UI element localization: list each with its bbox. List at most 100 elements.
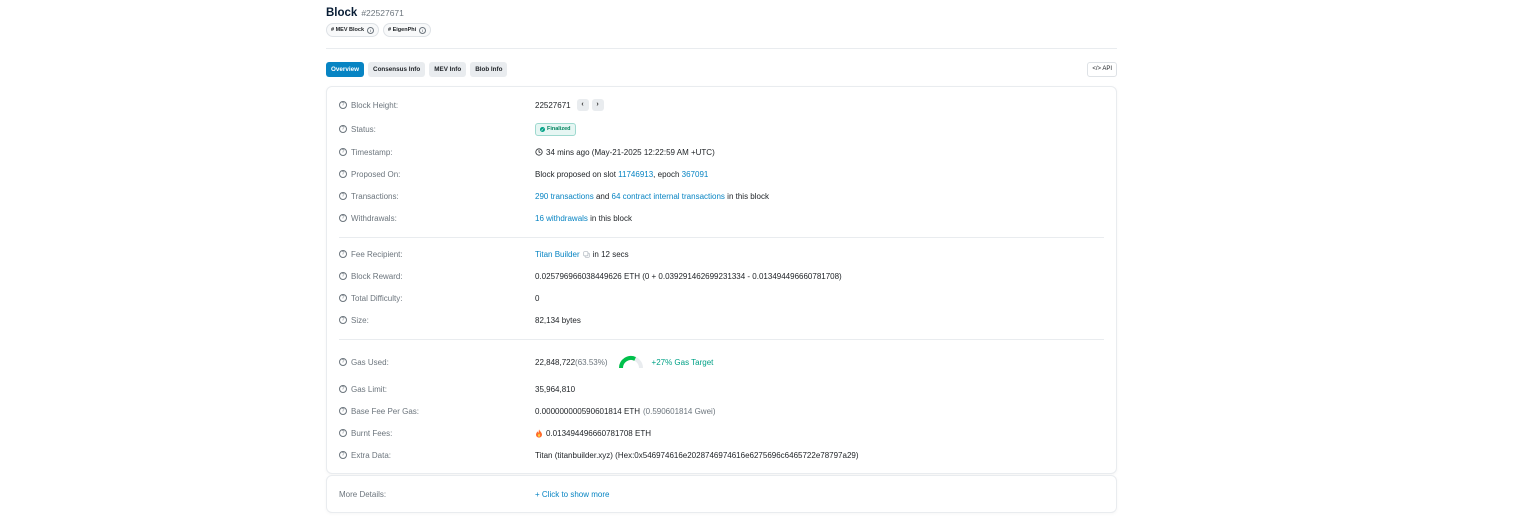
internal-transactions-link[interactable]: 64 contract internal transactions bbox=[612, 192, 725, 201]
help-icon[interactable]: ? bbox=[339, 358, 347, 366]
api-button[interactable]: </> API bbox=[1087, 62, 1117, 77]
gas-gauge-icon bbox=[618, 356, 643, 369]
total-difficulty-label: Total Difficulty: bbox=[351, 293, 403, 303]
block-reward-value: 0.025796966038449626 ETH (0 + 0.03929146… bbox=[535, 271, 842, 281]
fee-recipient-link[interactable]: Titan Builder bbox=[535, 250, 580, 259]
divider bbox=[339, 339, 1104, 340]
divider bbox=[339, 237, 1104, 238]
withdrawals-row: ? Withdrawals: 16 withdrawals in this blo… bbox=[339, 211, 1104, 225]
block-number: #22527671 bbox=[361, 8, 404, 18]
mev-block-badge[interactable]: # MEV Block i bbox=[326, 23, 380, 37]
transactions-row: ? Transactions: 290 transactions and 64 c… bbox=[339, 189, 1104, 203]
withdrawals-label: Withdrawals: bbox=[351, 213, 397, 223]
block-reward-row: ? Block Reward: 0.025796966038449626 ETH … bbox=[339, 269, 1104, 283]
page-title: Block bbox=[326, 7, 358, 19]
block-height-label: Block Height: bbox=[351, 100, 399, 110]
size-value: 82,134 bytes bbox=[535, 315, 581, 325]
base-fee-value: 0.000000000590601814 ETH bbox=[535, 406, 640, 416]
help-icon[interactable]: ? bbox=[339, 125, 347, 133]
block-reward-label: Block Reward: bbox=[351, 271, 403, 281]
block-height-row: ? Block Height: 22527671 ‹ › bbox=[339, 98, 1104, 112]
burnt-fees-row: ? Burnt Fees: 0.013494496660781708 ETH bbox=[339, 426, 1104, 440]
more-details-label: More Details: bbox=[339, 489, 387, 499]
extra-data-label: Extra Data: bbox=[351, 450, 392, 460]
status-badge: ✓ Finalized bbox=[535, 122, 576, 136]
status-label: Status: bbox=[351, 124, 376, 134]
gas-target-value: +27% Gas Target bbox=[651, 357, 714, 367]
prev-block-button[interactable]: ‹ bbox=[576, 99, 589, 111]
base-fee-label: Base Fee Per Gas: bbox=[351, 406, 420, 416]
eigenphi-label: # EigenPhi bbox=[388, 27, 417, 33]
fee-recipient-suffix: in 12 secs bbox=[592, 249, 629, 259]
page-header: Block #22527671 bbox=[326, 7, 404, 19]
gas-limit-label: Gas Limit: bbox=[351, 384, 388, 394]
burnt-fees-label: Burnt Fees: bbox=[351, 428, 393, 438]
proposed-mid: , epoch bbox=[653, 169, 680, 179]
transactions-and: and bbox=[595, 191, 610, 201]
block-overview-card: ? Block Height: 22527671 ‹ › ? Status: ✓ F… bbox=[326, 86, 1117, 474]
divider bbox=[326, 48, 1117, 49]
extra-data-value: Titan (titanbuilder.xyz) (Hex:0x54697461… bbox=[535, 450, 859, 460]
withdrawals-link[interactable]: 16 withdrawals bbox=[535, 214, 588, 223]
help-icon[interactable]: ? bbox=[339, 294, 347, 302]
help-icon[interactable]: ? bbox=[339, 407, 347, 415]
help-icon[interactable]: ? bbox=[339, 170, 347, 178]
transactions-link[interactable]: 290 transactions bbox=[535, 192, 594, 201]
epoch-link[interactable]: 367091 bbox=[682, 170, 709, 179]
gas-limit-row: ? Gas Limit: 35,964,810 bbox=[339, 382, 1104, 396]
proposed-prefix: Block proposed on slot bbox=[535, 169, 616, 179]
help-icon[interactable]: ? bbox=[339, 192, 347, 200]
tab-blob-info[interactable]: Blob Info bbox=[470, 62, 508, 77]
proposed-on-label: Proposed On: bbox=[351, 169, 401, 179]
gas-used-percent: (63.53%) bbox=[575, 357, 608, 367]
fee-recipient-row: ? Fee Recipient: Titan Builder in 12 secs bbox=[339, 247, 1104, 261]
info-icon: i bbox=[419, 26, 427, 34]
timestamp-value: 34 mins ago (May-21-2025 12:22:59 AM +UT… bbox=[546, 147, 715, 157]
help-icon[interactable]: ? bbox=[339, 385, 347, 393]
gas-limit-value: 35,964,810 bbox=[535, 384, 576, 394]
help-icon[interactable]: ? bbox=[339, 148, 347, 156]
block-height-value: 22527671 bbox=[535, 100, 571, 110]
timestamp-row: ? Timestamp: 34 mins ago (May-21-2025 12:… bbox=[339, 145, 1104, 159]
proposed-on-row: ? Proposed On: Block proposed on slot 117… bbox=[339, 167, 1104, 181]
fee-recipient-label: Fee Recipient: bbox=[351, 249, 403, 259]
gas-used-label: Gas Used: bbox=[351, 357, 389, 367]
mev-block-label: # MEV Block bbox=[331, 27, 365, 33]
transactions-suffix: in this block bbox=[727, 191, 769, 201]
status-row: ? Status: ✓ Finalized bbox=[339, 122, 1104, 136]
total-difficulty-value: 0 bbox=[535, 293, 540, 303]
badge-group: # MEV Block i # EigenPhi i bbox=[326, 23, 432, 37]
help-icon[interactable]: ? bbox=[339, 250, 347, 258]
status-value: Finalized bbox=[547, 126, 571, 132]
help-icon[interactable]: ? bbox=[339, 214, 347, 222]
help-icon[interactable]: ? bbox=[339, 451, 347, 459]
total-difficulty-row: ? Total Difficulty: 0 bbox=[339, 291, 1104, 305]
help-icon[interactable]: ? bbox=[339, 101, 347, 109]
tab-overview[interactable]: Overview bbox=[326, 62, 365, 77]
help-icon[interactable]: ? bbox=[339, 316, 347, 324]
gas-used-row: ? Gas Used: 22,848,722 (63.53%) +27% Gas T… bbox=[339, 355, 1104, 369]
more-details-row: More Details: + Click to show more bbox=[339, 487, 1104, 501]
info-icon: i bbox=[367, 26, 375, 34]
copy-icon[interactable] bbox=[582, 250, 590, 258]
more-details-card: More Details: + Click to show more bbox=[326, 475, 1117, 513]
check-circle-icon: ✓ bbox=[540, 126, 545, 132]
base-fee-gwei: (0.590601814 Gwei) bbox=[642, 406, 716, 416]
withdrawals-suffix: in this block bbox=[590, 213, 632, 223]
fire-icon bbox=[536, 428, 542, 438]
burnt-fees-value: 0.013494496660781708 ETH bbox=[546, 428, 651, 438]
extra-data-row: ? Extra Data: Titan (titanbuilder.xyz) (H… bbox=[339, 448, 1104, 462]
help-icon[interactable]: ? bbox=[339, 272, 347, 280]
show-more-link[interactable]: + Click to show more bbox=[535, 490, 609, 499]
tab-consensus-info[interactable]: Consensus Info bbox=[368, 62, 426, 77]
transactions-label: Transactions: bbox=[351, 191, 399, 201]
tab-mev-info[interactable]: MEV Info bbox=[429, 62, 467, 77]
next-block-button[interactable]: › bbox=[591, 99, 604, 111]
help-icon[interactable]: ? bbox=[339, 429, 347, 437]
size-label: Size: bbox=[351, 315, 369, 325]
clock-icon bbox=[535, 148, 543, 156]
slot-link[interactable]: 11746913 bbox=[618, 170, 653, 179]
gas-used-value: 22,848,722 bbox=[535, 357, 576, 367]
eigenphi-badge[interactable]: # EigenPhi i bbox=[383, 23, 432, 37]
base-fee-row: ? Base Fee Per Gas: 0.000000000590601814 … bbox=[339, 404, 1104, 418]
